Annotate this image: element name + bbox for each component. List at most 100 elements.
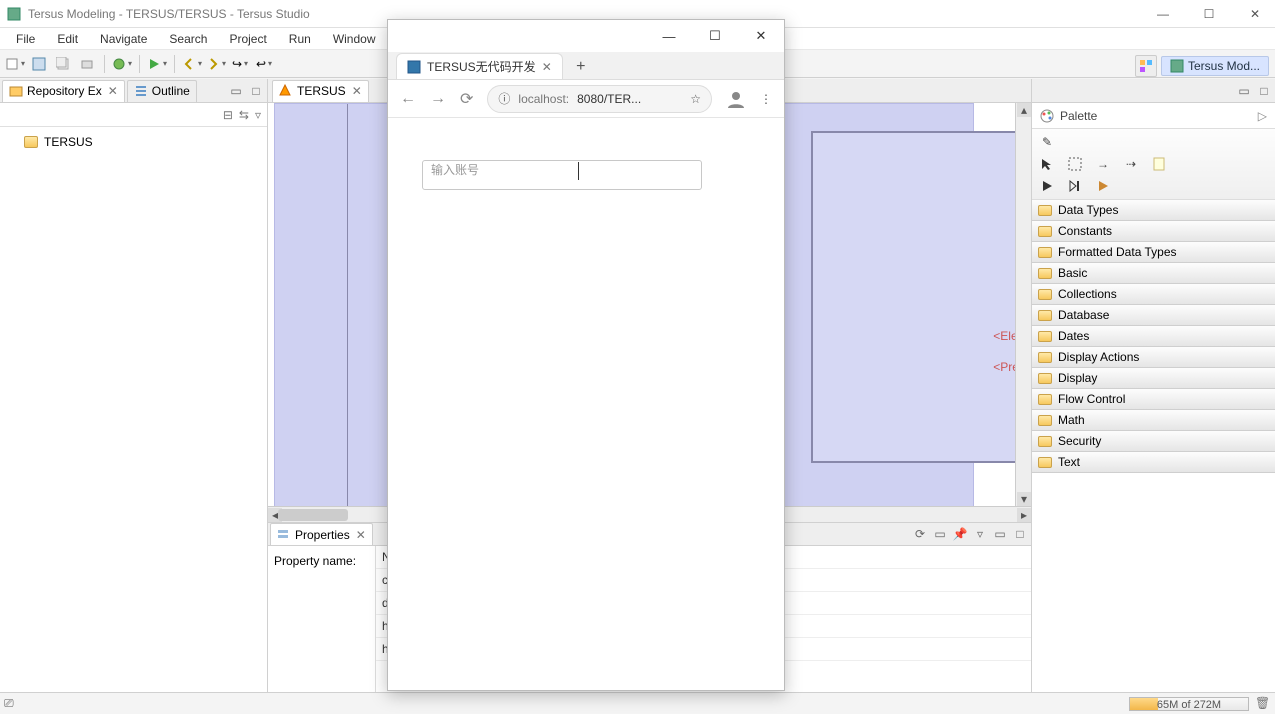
repository-icon: [9, 84, 23, 98]
props-toggle-icon[interactable]: ▭: [931, 525, 949, 543]
canvas-vscroll[interactable]: ▴ ▾: [1015, 103, 1031, 506]
palette-category[interactable]: Flow Control: [1032, 388, 1275, 410]
status-left-icon[interactable]: ⎚: [4, 696, 14, 711]
flag-icon[interactable]: [1094, 177, 1112, 195]
palette-category[interactable]: Display: [1032, 367, 1275, 389]
menu-file[interactable]: File: [6, 30, 45, 48]
link-editor-icon[interactable]: ⇆: [239, 108, 249, 122]
tab-repository[interactable]: Repository Ex ✕: [2, 80, 125, 102]
browser-menu-icon[interactable]: ⋮: [760, 92, 772, 106]
palette-min-icon[interactable]: ▭: [1235, 82, 1253, 100]
tab-properties-close[interactable]: ✕: [356, 528, 366, 542]
browser-tab-close[interactable]: ✕: [542, 60, 552, 74]
perspective-tersus[interactable]: Tersus Mod...: [1161, 56, 1269, 76]
palette-category[interactable]: Constants: [1032, 220, 1275, 242]
select-icon[interactable]: [1038, 155, 1056, 173]
open-perspective-button[interactable]: [1135, 55, 1157, 77]
nav-drop-1[interactable]: ↪: [229, 53, 251, 75]
arrow-icon[interactable]: →: [1094, 155, 1112, 173]
palette-category[interactable]: Data Types: [1032, 200, 1275, 221]
browser-forward-button[interactable]: →: [430, 90, 446, 108]
palette-collapse-icon[interactable]: ▷: [1258, 109, 1267, 123]
repository-tree[interactable]: TERSUS: [0, 127, 267, 692]
save-button[interactable]: [28, 53, 50, 75]
palette-category[interactable]: Collections: [1032, 283, 1275, 305]
palette-category[interactable]: Database: [1032, 304, 1275, 326]
props-menu-icon[interactable]: ▿: [971, 525, 989, 543]
editor-tab-close[interactable]: ✕: [352, 84, 362, 98]
menu-search[interactable]: Search: [159, 30, 217, 48]
palette-category-label: Math: [1058, 413, 1085, 427]
scroll-down-icon[interactable]: ▾: [1017, 492, 1031, 506]
palette-category-label: Collections: [1058, 287, 1117, 301]
debug-dropdown[interactable]: [111, 53, 133, 75]
tab-properties[interactable]: Properties ✕: [270, 523, 373, 545]
input-placeholder: 输入账号: [431, 163, 479, 177]
run-dropdown[interactable]: [146, 53, 168, 75]
tab-repository-close[interactable]: ✕: [108, 84, 118, 98]
browser-minimize-button[interactable]: —: [646, 29, 692, 44]
bookmark-star-icon[interactable]: ☆: [690, 92, 701, 106]
palette-category[interactable]: Formatted Data Types: [1032, 241, 1275, 263]
menu-edit[interactable]: Edit: [47, 30, 88, 48]
left-tabstrip: Repository Ex ✕ Outline ▭ □: [0, 79, 267, 103]
account-input[interactable]: 输入账号: [422, 160, 702, 190]
menu-run[interactable]: Run: [279, 30, 321, 48]
window-controls: — ☐ ✕: [1149, 7, 1269, 21]
palette-category[interactable]: Dates: [1032, 325, 1275, 347]
menu-window[interactable]: Window: [323, 30, 386, 48]
browser-tab[interactable]: TERSUS无代码开发 ✕: [396, 53, 563, 79]
tree-node-root[interactable]: TERSUS: [10, 133, 257, 151]
browser-address-bar[interactable]: ⓘ localhost:8080/TER... ☆: [487, 85, 712, 113]
browser-close-button[interactable]: ✕: [738, 28, 784, 44]
site-info-icon[interactable]: ⓘ: [498, 90, 510, 107]
browser-reload-button[interactable]: ⟳: [460, 89, 473, 109]
props-refresh-icon[interactable]: ⟳: [911, 525, 929, 543]
nav-drop-2[interactable]: ↩: [253, 53, 275, 75]
collapse-all-icon[interactable]: ⊟: [223, 108, 233, 122]
new-dropdown[interactable]: [4, 53, 26, 75]
palette-tools: ✎ → ⇢: [1032, 129, 1275, 200]
dashed-arrow-icon[interactable]: ⇢: [1122, 155, 1140, 173]
scroll-up-icon[interactable]: ▴: [1017, 103, 1031, 117]
heap-bar[interactable]: 65M of 272M: [1129, 697, 1249, 711]
menu-project[interactable]: Project: [219, 30, 276, 48]
minimize-button[interactable]: —: [1149, 7, 1177, 21]
browser-new-tab-button[interactable]: +: [569, 55, 593, 79]
note-icon[interactable]: [1150, 155, 1168, 173]
browser-back-button[interactable]: ←: [400, 90, 416, 108]
folder-icon: [1038, 310, 1052, 321]
maximize-button[interactable]: ☐: [1195, 7, 1223, 21]
folder-icon: [24, 136, 38, 148]
palette-category[interactable]: Math: [1032, 409, 1275, 431]
scroll-right-icon[interactable]: ▸: [1017, 508, 1031, 522]
view-max-button[interactable]: □: [247, 82, 265, 100]
props-min-icon[interactable]: ▭: [991, 525, 1009, 543]
gc-button[interactable]: 🗑: [1255, 696, 1271, 712]
close-button[interactable]: ✕: [1241, 7, 1269, 21]
browser-maximize-button[interactable]: ☐: [692, 28, 738, 44]
palette-max-icon[interactable]: □: [1255, 82, 1273, 100]
props-pin-icon[interactable]: 📌: [951, 525, 969, 543]
nav-fwd-dropdown[interactable]: [205, 53, 227, 75]
brush-icon[interactable]: ✎: [1038, 133, 1056, 151]
marquee-icon[interactable]: [1066, 155, 1084, 173]
props-max-icon[interactable]: □: [1011, 525, 1029, 543]
scroll-thumb[interactable]: [278, 509, 348, 521]
editor-tab-tersus[interactable]: TERSUS ✕: [272, 80, 369, 102]
view-min-button[interactable]: ▭: [227, 82, 245, 100]
play-icon[interactable]: [1038, 177, 1056, 195]
menu-navigate[interactable]: Navigate: [90, 30, 157, 48]
palette-category[interactable]: Basic: [1032, 262, 1275, 284]
view-menu-icon[interactable]: ▿: [255, 108, 261, 122]
print-button[interactable]: [76, 53, 98, 75]
palette-category[interactable]: Display Actions: [1032, 346, 1275, 368]
nav-back-dropdown[interactable]: [181, 53, 203, 75]
tab-outline[interactable]: Outline: [127, 80, 197, 102]
save-all-button[interactable]: [52, 53, 74, 75]
profile-icon[interactable]: [726, 89, 746, 109]
step-icon[interactable]: [1066, 177, 1084, 195]
palette-category-label: Data Types: [1058, 203, 1118, 217]
palette-category[interactable]: Security: [1032, 430, 1275, 452]
palette-category[interactable]: Text: [1032, 451, 1275, 473]
